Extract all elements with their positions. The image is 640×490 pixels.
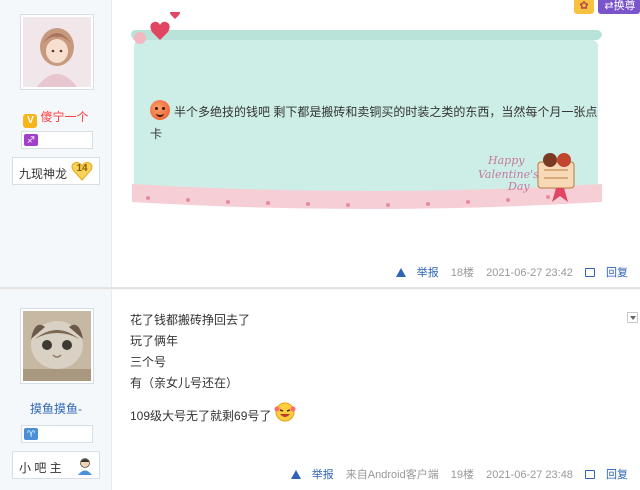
level-title: 九现神龙 <box>19 167 68 181</box>
post-line: 三个号 <box>130 355 167 369</box>
avatar[interactable] <box>20 14 94 90</box>
zodiac-icon: ♈ <box>24 428 38 440</box>
post-content: 半个多绝技的钱吧 剩下都是搬砖和卖铜买的时装之类的东西，当然每个月一张点卡 <box>150 100 598 145</box>
avatar-image <box>23 17 91 87</box>
post-line: 有（亲女儿号还在） <box>130 376 239 390</box>
reply-link[interactable]: 回复 <box>585 469 628 481</box>
username-text: 傻宁一个 <box>40 110 89 124</box>
post-timestamp: 2021-06-27 23:42 <box>486 267 573 279</box>
level-number: 14 <box>76 163 88 174</box>
post-line: 玩了俩年 <box>130 334 179 348</box>
post-content: 花了钱都搬砖挣回去了 玩了俩年 三个号 有（亲女儿号还在） 109级大号无了就剩… <box>130 310 297 427</box>
level-title: 小 吧 主 <box>19 461 62 475</box>
username[interactable]: 摸鱼摸鱼- <box>0 400 112 417</box>
username-text: 摸鱼摸鱼- <box>30 402 82 416</box>
person-icon <box>78 458 92 475</box>
avatar-image <box>23 311 91 381</box>
reply-label: 回复 <box>606 267 628 279</box>
zodiac-icon: ♐ <box>24 134 38 146</box>
post-floor-18: ✿ ⇄换尊 V 傻宁一个 ♐ 九现神龙 14 Happy Valentine's… <box>0 0 640 288</box>
report-icon <box>290 470 301 479</box>
reply-icon <box>585 470 595 479</box>
level-badge[interactable]: 小 吧 主 <box>12 451 100 479</box>
svg-text:Happy: Happy <box>487 154 525 167</box>
post-line-text: 109级大号无了就剩69号了 <box>130 409 272 423</box>
post-source: 来自Android客户端 <box>345 469 439 481</box>
report-label: 举报 <box>311 469 334 481</box>
post-line: 花了钱都搬砖挣回去了 <box>130 313 251 327</box>
zodiac-badge: ♐ <box>21 131 93 149</box>
report-link[interactable]: 举报 <box>290 469 334 481</box>
laughing-emoji <box>274 402 296 422</box>
post-line: 109级大号无了就剩69号了 <box>130 400 297 427</box>
username[interactable]: V 傻宁一个 <box>0 108 112 128</box>
level-badge[interactable]: 九现神龙 14 <box>12 157 100 185</box>
post-timestamp: 2021-06-27 23:48 <box>486 469 573 481</box>
floor-number: 19楼 <box>450 469 475 481</box>
floor-number: 18楼 <box>450 267 475 279</box>
post-footer: 举报 18楼 2021-06-27 23:42 回复 <box>387 264 628 280</box>
swap-label: 换尊 <box>613 0 636 12</box>
report-link[interactable]: 举报 <box>395 267 439 279</box>
vip-icon: V <box>23 114 38 128</box>
report-icon <box>395 268 406 277</box>
report-label: 举报 <box>416 267 439 279</box>
avatar[interactable] <box>20 308 94 384</box>
svg-text:Day: Day <box>507 180 530 193</box>
reply-label: 回复 <box>606 469 628 481</box>
dropdown-icon[interactable] <box>627 312 638 323</box>
smiley-emoji <box>150 100 170 120</box>
post-content-text: 半个多绝技的钱吧 剩下都是搬砖和卖铜买的时装之类的东西，当然每个月一张点卡 <box>150 105 598 141</box>
zodiac-badge: ♈ <box>21 425 93 443</box>
post-footer: 举报 来自Android客户端 19楼 2021-06-27 23:48 回复 <box>282 466 628 482</box>
reply-icon <box>585 268 595 277</box>
reply-link[interactable]: 回复 <box>585 267 628 279</box>
